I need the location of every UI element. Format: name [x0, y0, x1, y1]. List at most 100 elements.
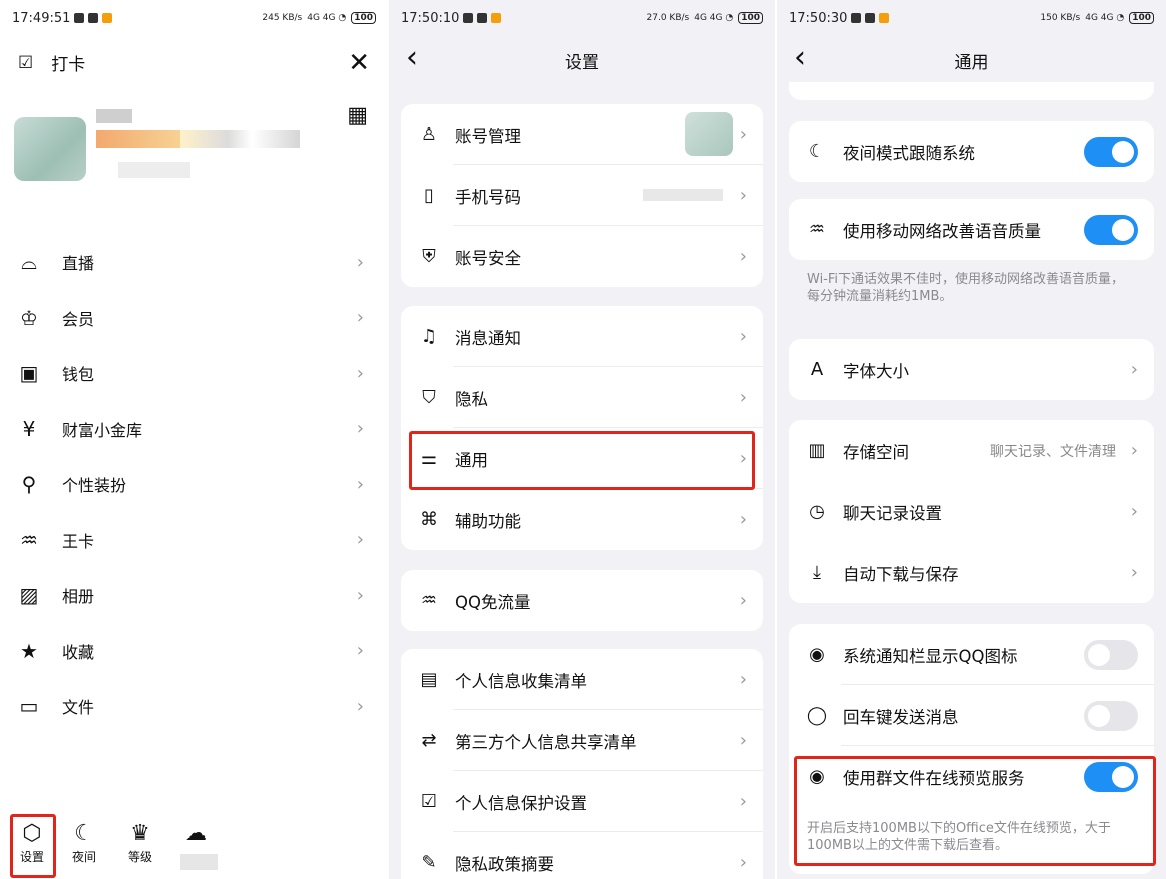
- chevron-right-icon: ›: [356, 418, 364, 439]
- chevron-right-icon: ›: [739, 730, 747, 751]
- chevron-right-icon: ›: [739, 590, 747, 611]
- chevron-right-icon: ›: [1130, 501, 1138, 522]
- antenna-icon: ♒: [420, 590, 438, 611]
- previous-card-edge: [789, 82, 1154, 100]
- close-icon[interactable]: ✕: [348, 48, 370, 78]
- settings-group-account: ♙ 账号管理 › ▯ 手机号码 › ⛨ 账号安全 ›: [401, 104, 763, 287]
- highlight-general: [409, 431, 755, 490]
- highlight-settings: [10, 814, 56, 878]
- drawer-item-live[interactable]: ⌓ 直播 ›: [0, 242, 388, 282]
- chevron-right-icon: ›: [356, 529, 364, 550]
- settings-row-shield[interactable]: ⛨ 账号安全 ›: [401, 226, 763, 287]
- general-toggle-1-toggle[interactable]: [1084, 700, 1138, 731]
- moon-icon: ☾: [808, 141, 826, 162]
- settings-panel: 17:50:10 27.0 KB/s 4G 4G ◔ 100 ‹ 设置 ♙ 账号管理 ›…: [389, 0, 775, 879]
- chevron-right-icon: ›: [356, 640, 364, 661]
- general-row-download[interactable]: ⤓ 自动下载与保存 ›: [789, 542, 1154, 603]
- net-speed: 27.0 KB/s: [646, 13, 690, 23]
- page-title: 通用: [954, 53, 989, 73]
- general-row-clock-label: 聊天记录设置: [843, 503, 942, 523]
- settings-group-traffic: ♒ QQ免流量 ›: [401, 570, 763, 631]
- net-speed: 150 KB/s: [1040, 13, 1081, 23]
- moon-icon: ☾: [74, 821, 94, 846]
- chevron-right-icon: ›: [739, 387, 747, 408]
- status-bar: 17:50:10 27.0 KB/s 4G 4G ◔ 100: [389, 0, 775, 36]
- chevron-right-icon: ›: [739, 852, 747, 873]
- drawer-item-wallet[interactable]: ▣ 钱包 ›: [0, 353, 388, 393]
- chevron-right-icon: ›: [739, 246, 747, 267]
- share-icon: ⇄: [421, 730, 437, 751]
- status-time: 17:50:10: [401, 10, 460, 26]
- folder-icon: ▭: [19, 694, 39, 718]
- general-row-clock[interactable]: ◷ 聊天记录设置 ›: [789, 481, 1154, 542]
- settings-row-bell[interactable]: ♫ 消息通知 ›: [401, 306, 763, 367]
- chevron-right-icon: ›: [356, 362, 364, 384]
- night-mode-label: 夜间模式跟随系统: [843, 143, 975, 163]
- drawer-bottom-bar: ⬡ 设置 ☾ 夜间 ♛ 等级 ☁: [0, 820, 388, 879]
- night-mode-toggle[interactable]: [1084, 136, 1138, 167]
- accessibility-icon: ⌘: [420, 509, 438, 530]
- drawer-item-antenna[interactable]: ♒ 王卡 ›: [0, 520, 388, 560]
- font-size-row[interactable]: A 字体大小 ›: [789, 339, 1154, 400]
- settings-row-bell-label: 消息通知: [455, 328, 521, 348]
- blurred-phone-number: [643, 189, 723, 201]
- bottom-trophy-button[interactable]: ♛ 等级: [120, 820, 160, 865]
- settings-row-phone[interactable]: ▯ 手机号码 ›: [401, 165, 763, 226]
- drawer-item-label: 文件: [62, 698, 95, 717]
- moneybag-icon: ¥: [22, 416, 36, 441]
- avatar[interactable]: [14, 117, 86, 181]
- drawer-item-moneybag[interactable]: ¥ 财富小金库 ›: [0, 409, 388, 449]
- bottom-label: 等级: [127, 850, 152, 864]
- drawer-item-favorite[interactable]: ★ 收藏 ›: [0, 631, 388, 671]
- settings-row-privacy[interactable]: ⛉ 隐私 ›: [401, 367, 763, 428]
- bottom-moon-button[interactable]: ☾ 夜间: [64, 820, 104, 865]
- clock-icon: ◷: [809, 501, 825, 522]
- bottom-weather-button[interactable]: ☁: [176, 820, 216, 848]
- shirt-icon: ⚲: [21, 472, 37, 496]
- general-toggle-0-toggle[interactable]: [1084, 639, 1138, 670]
- storage-card: ▥ 存储空间 聊天记录、文件清理 › ◷ 聊天记录设置 › ⤓ 自动下载与保存 ›: [789, 420, 1154, 603]
- protect-icon: ☑: [420, 791, 438, 812]
- account-icon: ♙: [420, 124, 438, 145]
- general-row-storage[interactable]: ▥ 存储空间 聊天记录、文件清理 ›: [789, 420, 1154, 481]
- checkin-label: 打卡: [51, 55, 86, 75]
- battery-indicator: 100: [351, 12, 376, 24]
- settings-row-edit[interactable]: ✎ 隐私政策摘要 ›: [401, 832, 763, 879]
- settings-row-protect[interactable]: ☑ 个人信息保护设置 ›: [401, 771, 763, 832]
- net-speed: 245 KB/s: [262, 13, 303, 23]
- mobile-voice-toggle[interactable]: [1084, 214, 1138, 245]
- drawer-item-crown[interactable]: ♔ 会员 ›: [0, 298, 388, 338]
- drawer-item-folder[interactable]: ▭ 文件 ›: [0, 686, 388, 726]
- favorite-icon: ★: [20, 638, 38, 663]
- antenna-icon: ♒: [808, 219, 826, 240]
- blurred-badges-2: [180, 130, 300, 148]
- settings-row-document-label: 个人信息收集清单: [455, 671, 587, 691]
- qr-code-icon[interactable]: ▦: [347, 103, 368, 128]
- chevron-right-icon: ›: [356, 307, 364, 328]
- settings-row-antenna[interactable]: ♒ QQ免流量 ›: [401, 570, 763, 631]
- status-bar: 17:50:30 150 KB/s 4G 4G ◔ 100: [777, 0, 1166, 36]
- checkin-entry[interactable]: ☑ 打卡: [18, 50, 86, 76]
- general-toggle-1: ◯ 回车键发送消息: [789, 685, 1154, 746]
- settings-row-shield-label: 账号安全: [455, 248, 521, 268]
- settings-row-account[interactable]: ♙ 账号管理 ›: [401, 104, 763, 165]
- antenna-icon: ♒: [20, 527, 38, 552]
- chevron-right-icon: ›: [739, 124, 747, 145]
- general-navbar: ‹ 通用: [777, 38, 1166, 82]
- font-size-label: 字体大小: [843, 361, 909, 381]
- download-icon: ⤓: [813, 562, 821, 583]
- settings-row-accessibility[interactable]: ⌘ 辅助功能 ›: [401, 489, 763, 550]
- chevron-right-icon: ›: [356, 473, 364, 495]
- settings-row-document[interactable]: ▤ 个人信息收集清单 ›: [401, 649, 763, 710]
- drawer-item-label: 直播: [62, 254, 95, 273]
- drawer-item-shirt[interactable]: ⚲ 个性装扮 ›: [0, 464, 388, 504]
- drawer-item-album[interactable]: ▨ 相册 ›: [0, 575, 388, 615]
- storage-icon: ▥: [808, 440, 826, 461]
- document-icon: ▤: [420, 669, 438, 690]
- page-title: 设置: [565, 53, 599, 73]
- settings-row-share[interactable]: ⇄ 第三方个人信息共享清单 ›: [401, 710, 763, 771]
- settings-row-phone-label: 手机号码: [455, 187, 521, 207]
- drawer-item-label: 收藏: [62, 642, 95, 662]
- settings-group-privacy: ▤ 个人信息收集清单 › ⇄ 第三方个人信息共享清单 › ☑ 个人信息保护设置 › ✎ 隐私政策摘要…: [401, 649, 763, 879]
- chevron-right-icon: ›: [1130, 440, 1138, 461]
